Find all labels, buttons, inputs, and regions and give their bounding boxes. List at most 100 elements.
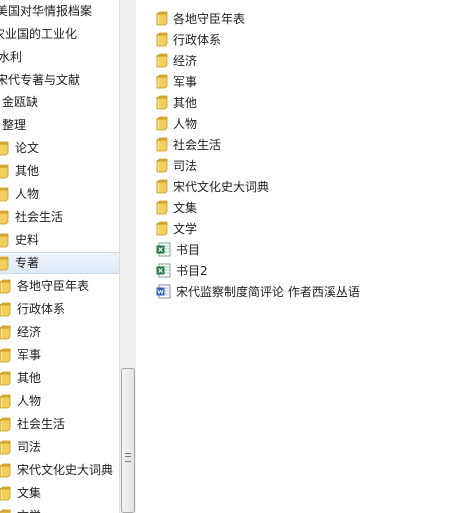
- folder-icon: [156, 11, 168, 26]
- folder-item[interactable]: 其他: [156, 92, 197, 113]
- folder-item[interactable]: 文学: [156, 218, 197, 239]
- folder-icon: [0, 210, 9, 225]
- folder-icon: [0, 141, 9, 156]
- tree-item[interactable]: 经济: [0, 321, 119, 343]
- file-item-label: 司法: [173, 159, 198, 173]
- tree-item-label: 论文: [15, 141, 40, 155]
- tree-item[interactable]: 文学: [0, 505, 119, 513]
- tree-item-label: 史料: [15, 233, 40, 247]
- tree-item[interactable]: 整理: [0, 114, 119, 136]
- tree-item-label: 人物: [15, 187, 40, 201]
- tree-item-label: 整理: [2, 118, 27, 132]
- file-item-label: 经济: [173, 54, 198, 68]
- tree-item[interactable]: 社会生活: [0, 206, 119, 228]
- tree-item[interactable]: 社会生活: [0, 413, 119, 435]
- file-item-label: 行政体系: [173, 33, 222, 47]
- folder-icon: [0, 463, 11, 478]
- folder-icon: [0, 279, 11, 294]
- folder-icon: [156, 179, 168, 194]
- folder-item[interactable]: 军事: [156, 71, 197, 92]
- folder-item[interactable]: 经济: [156, 50, 197, 71]
- folder-icon: [0, 394, 11, 409]
- folder-icon: [156, 158, 168, 173]
- folder-icon: [0, 187, 9, 202]
- folder-item[interactable]: 行政体系: [156, 29, 221, 50]
- file-item-label: 书目: [176, 243, 201, 257]
- folder-icon: [156, 53, 168, 68]
- tree-scrollbar[interactable]: [119, 0, 136, 513]
- folder-icon: [0, 233, 9, 248]
- file-item-label: 社会生活: [173, 138, 222, 152]
- scrollbar-grip-icon: [125, 453, 131, 462]
- folder-icon: [0, 417, 11, 432]
- tree-item[interactable]: 论文: [0, 137, 119, 159]
- folder-item[interactable]: 人物: [156, 113, 197, 134]
- tree-item-label: 各地守臣年表: [17, 279, 90, 293]
- file-item-label: 各地守臣年表: [173, 12, 246, 26]
- tree-item[interactable]: 农业国的工业化: [0, 23, 119, 45]
- tree-item-label: 美国对华情报档案: [0, 4, 93, 18]
- word-file-icon: [156, 284, 171, 299]
- scrollbar-thumb[interactable]: [121, 368, 135, 513]
- tree-item[interactable]: 人物: [0, 183, 119, 205]
- tree-item-label: 军事: [17, 348, 42, 362]
- tree-item-label: 宋代专著与文献: [0, 73, 81, 87]
- folder-icon: [156, 95, 168, 110]
- folder-icon: [0, 302, 11, 317]
- folder-icon: [156, 74, 168, 89]
- folder-item[interactable]: 司法: [156, 155, 197, 176]
- folder-icon: [0, 509, 11, 513]
- tree-item[interactable]: 司法: [0, 436, 119, 458]
- tree-item-label: 司法: [17, 440, 42, 454]
- tree-item[interactable]: 行政体系: [0, 298, 119, 320]
- file-item[interactable]: 书目: [156, 239, 200, 260]
- tree-item-label: 经济: [17, 325, 42, 339]
- tree-item[interactable]: 军事: [0, 344, 119, 366]
- navigation-tree: 美国对华情报档案 农业国的工业化 水利 宋代专著与文献 金瓯缺 整理 论文 其他 人物 社会生活史…: [0, 0, 119, 513]
- tree-item[interactable]: 文集: [0, 482, 119, 504]
- tree-item-label: 文学: [17, 505, 41, 513]
- tree-item-label: 其他: [17, 371, 42, 385]
- folder-item[interactable]: 各地守臣年表: [156, 8, 245, 29]
- folder-icon: [156, 200, 168, 215]
- tree-item[interactable]: 人物: [0, 390, 119, 412]
- file-item-label: 宋代文化史大词典: [173, 180, 270, 194]
- tree-item[interactable]: 宋代文化史大词典: [0, 459, 119, 481]
- file-item-label: 宋代监察制度简评论 作者西溪丛语: [176, 285, 360, 299]
- folder-icon: [0, 440, 11, 455]
- folder-item[interactable]: 文集: [156, 197, 197, 218]
- tree-item-label: 宋代文化史大词典: [17, 463, 114, 477]
- folder-item[interactable]: 宋代文化史大词典: [156, 176, 269, 197]
- folder-icon: [0, 371, 11, 386]
- tree-item-label: 金瓯缺: [2, 95, 39, 109]
- tree-item-label: 其他: [15, 164, 40, 178]
- folder-icon: [156, 32, 168, 47]
- tree-item[interactable]: 水利: [0, 46, 119, 68]
- tree-item-label: 行政体系: [17, 302, 66, 316]
- tree-item[interactable]: 宋代专著与文献: [0, 69, 119, 91]
- tree-item[interactable]: 各地守臣年表: [0, 275, 119, 297]
- file-item-label: 人物: [173, 117, 198, 131]
- file-item[interactable]: 宋代监察制度简评论 作者西溪丛语: [156, 281, 360, 302]
- file-item-label: 军事: [173, 75, 198, 89]
- tree-item[interactable]: 其他: [0, 367, 119, 389]
- file-list: 各地守臣年表 行政体系经济军事其他人物社会生活司法宋代文化史大词典文集 文学书目书目…: [136, 0, 453, 513]
- tree-item-label: 社会生活: [17, 417, 66, 431]
- folder-item[interactable]: 社会生活: [156, 134, 221, 155]
- folder-icon: [0, 486, 11, 501]
- tree-item-label: 农业国的工业化: [0, 27, 78, 41]
- tree-item-label: 水利: [0, 50, 23, 64]
- tree-item[interactable]: 其他: [0, 160, 119, 182]
- tree-item-label: 专著: [15, 256, 40, 270]
- folder-icon: [0, 325, 11, 340]
- file-item-label: 其他: [173, 96, 198, 110]
- tree-item[interactable]: 专著: [0, 252, 119, 274]
- file-item[interactable]: 书目2: [156, 260, 208, 281]
- tree-item[interactable]: 金瓯缺: [0, 91, 119, 113]
- tree-item[interactable]: 美国对华情报档案: [0, 0, 119, 22]
- tree-item-label: 社会生活: [15, 210, 64, 224]
- tree-item[interactable]: 史料: [0, 229, 119, 251]
- folder-icon: [156, 221, 168, 236]
- excel-file-icon: [156, 242, 171, 257]
- folder-icon: [0, 256, 9, 271]
